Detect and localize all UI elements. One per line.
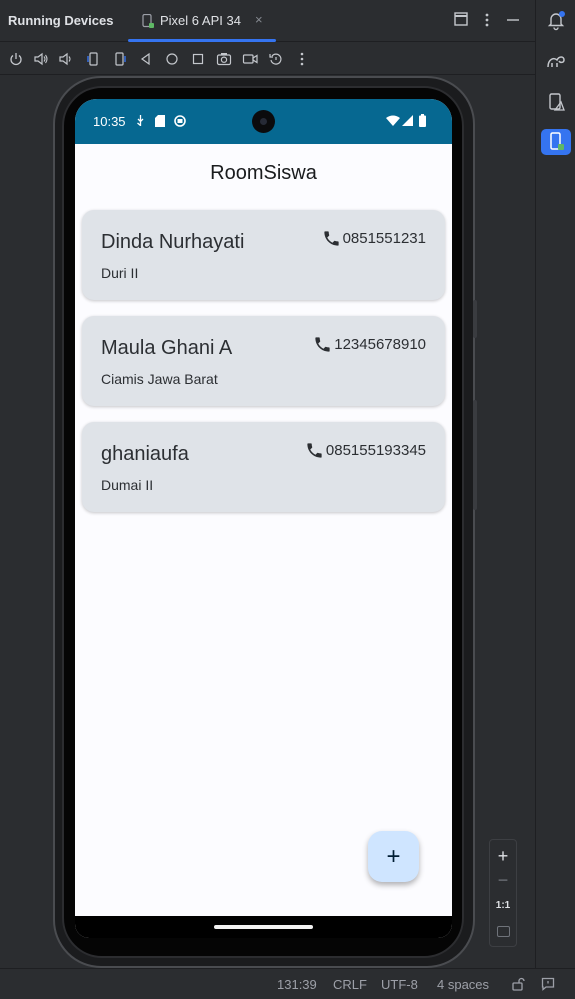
wifi-icon: [386, 115, 400, 126]
student-phone-number: 085155193345: [325, 442, 426, 459]
notifications-icon[interactable]: [544, 8, 568, 32]
gesture-handle[interactable]: [214, 925, 313, 929]
usb-debug-icon: [137, 115, 144, 126]
zoom-fit-icon[interactable]: [497, 926, 510, 937]
zoom-actual-size-button[interactable]: 1:1: [490, 900, 516, 911]
student-address: Duri II: [101, 265, 139, 281]
add-student-button[interactable]: +: [368, 831, 419, 882]
phone-screen: 10:35 RoomSiswa Dinda Nurhayati 08515512…: [75, 99, 452, 938]
window-layout-icon[interactable]: [454, 12, 468, 26]
right-tool-strip: [535, 0, 575, 968]
more-icon[interactable]: [294, 51, 310, 67]
student-phone-number: 12345678910: [334, 336, 426, 353]
student-address: Dumai II: [101, 477, 154, 493]
device-manager-icon[interactable]: [544, 90, 568, 114]
phone-icon: [323, 231, 339, 246]
tool-window-title: Running Devices: [8, 13, 114, 28]
student-card[interactable]: Maula Ghani A 12345678910 Ciamis Jawa Ba…: [82, 316, 445, 406]
device-icon: [142, 14, 154, 28]
student-name: Dinda Nurhayati: [101, 231, 245, 253]
file-encoding[interactable]: UTF-8: [381, 977, 418, 992]
overview-icon[interactable]: [190, 51, 206, 67]
gradle-icon[interactable]: [544, 49, 568, 73]
tab-active-indicator: [128, 39, 276, 42]
zoom-in-button[interactable]: +: [490, 846, 516, 867]
options-menu-icon[interactable]: [482, 12, 492, 28]
ide-status-bar: 131:39 CRLF UTF-8 4 spaces: [0, 968, 575, 999]
student-address: Ciamis Jawa Barat: [101, 371, 218, 387]
student-card[interactable]: ghaniaufa 085155193345 Dumai II: [82, 422, 445, 512]
feedback-icon[interactable]: [541, 977, 555, 991]
phone-icon: [307, 443, 322, 458]
running-devices-icon[interactable]: [541, 129, 571, 155]
home-icon[interactable]: [164, 51, 180, 67]
lock-icon[interactable]: [511, 977, 525, 991]
tab-label: Pixel 6 API 34: [160, 13, 241, 28]
tab-device[interactable]: Pixel 6 API 34 ×: [128, 0, 276, 42]
zoom-out-button[interactable]: −: [490, 870, 516, 891]
student-phone-number: 0851551231: [342, 230, 426, 247]
screenshot-icon[interactable]: [216, 51, 232, 67]
signal-icon: [402, 115, 413, 126]
power-icon[interactable]: [8, 51, 24, 67]
front-camera: [252, 110, 275, 133]
volume-side-button: [473, 400, 477, 510]
rotate-right-icon[interactable]: [112, 51, 128, 67]
sd-card-icon: [155, 115, 165, 127]
student-name: Maula Ghani A: [101, 337, 233, 359]
reset-icon[interactable]: [268, 51, 284, 67]
minimize-icon[interactable]: [506, 12, 520, 26]
student-card[interactable]: Dinda Nurhayati 0851551231 Duri II: [82, 210, 445, 300]
line-ending[interactable]: CRLF: [333, 977, 367, 992]
screen-record-icon[interactable]: [242, 51, 258, 67]
back-icon[interactable]: [138, 51, 154, 67]
app-status-icon: [174, 115, 186, 127]
tool-window-header: Running Devices Pixel 6 API 34 ×: [0, 0, 535, 42]
caret-position[interactable]: 131:39: [277, 977, 317, 992]
device-toolbar: [0, 43, 535, 75]
tab-close-icon[interactable]: ×: [255, 12, 263, 27]
student-phone: 0851551231: [322, 229, 426, 248]
indent-setting[interactable]: 4 spaces: [437, 977, 489, 992]
volume-up-icon[interactable]: [33, 51, 49, 67]
student-phone: 085155193345: [305, 441, 426, 460]
zoom-controls: + − 1:1: [489, 839, 517, 947]
power-side-button: [473, 300, 477, 338]
phone-icon: [315, 337, 330, 352]
student-name: ghaniaufa: [101, 443, 189, 465]
student-phone: 12345678910: [313, 335, 426, 354]
phone-status-bar: 10:35: [75, 99, 452, 144]
volume-down-icon[interactable]: [58, 51, 74, 67]
battery-icon: [419, 114, 426, 127]
rotate-left-icon[interactable]: [85, 51, 101, 67]
status-time: 10:35: [93, 114, 126, 129]
gesture-nav-bar: [75, 916, 452, 938]
ide-window: Running Devices Pixel 6 API 34 × + − 1:1…: [0, 0, 575, 999]
app-title: RoomSiswa: [210, 162, 317, 184]
